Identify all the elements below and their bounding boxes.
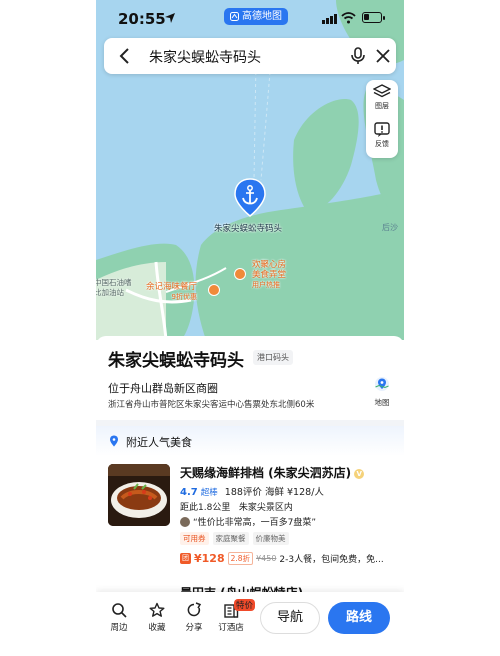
feedback-button[interactable]: 反馈	[366, 118, 398, 156]
restaurant-distance: 距此1.8公里	[180, 503, 231, 513]
deal-description: 2-3人餐，包间免费，免...	[279, 555, 384, 565]
search-bar[interactable]: 朱家尖蜈蚣寺码头	[104, 38, 396, 74]
price-per-person: ¥128/人	[287, 487, 324, 498]
restaurant-poi-icon[interactable]	[208, 284, 220, 296]
anchor-pin-icon[interactable]	[233, 178, 267, 218]
location-arrow-icon	[165, 13, 175, 23]
deal-original-price: ¥450	[256, 554, 277, 563]
bottom-toolbar: 周边 收藏 分享 订酒店 特价 导航 路线	[96, 592, 404, 656]
status-time: 20:55	[118, 10, 166, 28]
status-bar: 20:55 高德地图	[96, 0, 404, 36]
signal-icon	[322, 13, 337, 24]
hotel-deal-badge: 特价	[234, 599, 256, 611]
tag-family: 家庭聚餐	[212, 532, 249, 545]
place-title: 朱家尖蜈蚣寺码头	[108, 351, 244, 371]
restaurant-tags: 可用券 家庭聚餐 价廉物美	[180, 532, 289, 545]
map-view[interactable]: 20:55 高德地图 朱家尖蜈蚣寺码头 图层 反馈 朱家尖蜈蚣寺码头 后沙 中国…	[96, 0, 404, 340]
rating-score: 4.7	[180, 487, 198, 498]
place-area: 位于舟山群岛新区商圈	[108, 382, 218, 395]
place-category-tag: 港口码头	[253, 350, 293, 365]
restaurant-area: 朱家尖景区内	[238, 503, 293, 513]
search-query[interactable]: 朱家尖蜈蚣寺码头	[149, 47, 261, 67]
back-arrow-icon[interactable]	[116, 47, 134, 65]
place-address: 浙江省舟山市普陀区朱家尖客运中心售票处东北侧60米	[108, 400, 315, 410]
feedback-icon	[374, 122, 390, 137]
map-app-icon	[230, 12, 239, 21]
restaurant-photo	[108, 464, 170, 526]
layers-label: 图层	[375, 102, 389, 110]
microphone-icon[interactable]	[348, 46, 368, 66]
star-icon	[149, 602, 165, 617]
layers-button[interactable]: 图层	[366, 80, 398, 118]
yuji-restaurant-label[interactable]: 余记海味餐厅 9折优惠	[146, 282, 197, 302]
location-pin-icon	[110, 435, 118, 447]
group-deal-row[interactable]: 团 ¥128 2.8折 ¥450 2-3人餐，包间免费，免...	[180, 552, 384, 565]
nearby-food-title: 附近人气美食	[126, 436, 192, 449]
map-button-label: 地图	[374, 398, 390, 407]
housha-map-label: 后沙	[382, 223, 398, 232]
reviewer-avatar	[180, 516, 190, 527]
map-tools-panel: 图层 反馈	[366, 80, 398, 158]
book-hotel-button[interactable]: 订酒店 特价	[214, 599, 256, 633]
nearby-food-header: 附近人气美食	[96, 426, 404, 456]
group-deal-icon: 团	[180, 553, 191, 564]
tag-coupon: 可用券	[180, 532, 209, 545]
app-pill-label: 高德地图	[242, 11, 282, 22]
share-icon	[187, 602, 202, 617]
huanju-food-label[interactable]: 欢聚心房 美食弄堂 用户热推	[252, 260, 286, 290]
deal-discount: 2.8折	[227, 552, 254, 565]
battery-icon	[362, 12, 385, 23]
dock-map-label: 朱家尖蜈蚣寺码头	[214, 224, 283, 234]
share-button[interactable]: 分享	[177, 602, 211, 633]
navigate-button[interactable]: 导航	[260, 602, 320, 634]
tag-value: 价廉物美	[252, 532, 289, 545]
favorite-button[interactable]: 收藏	[140, 602, 174, 633]
restaurant-name[interactable]: 天赐缘海鲜排档 (朱家尖泗苏店) V	[180, 464, 365, 481]
gas-station-label[interactable]: 中国石油嗜 比加油站	[96, 278, 132, 298]
view-on-map-button[interactable]: 地图	[366, 376, 398, 408]
restaurant-review-quote: “性价比非常高，一百多7盘菜”	[180, 515, 316, 528]
restaurant-card[interactable]: 天赐缘海鲜排档 (朱家尖泗苏店) V 4.7 超棒 188评价 海鲜 ¥128/人…	[108, 464, 398, 576]
review-count: 188评价	[224, 487, 262, 498]
nearby-button[interactable]: 周边	[102, 602, 136, 633]
close-icon[interactable]	[374, 47, 392, 65]
layers-icon	[373, 84, 391, 98]
restaurant-rating-row: 4.7 超棒 188评价 海鲜 ¥128/人	[180, 484, 324, 498]
search-icon	[112, 603, 127, 618]
map-pin-icon	[375, 377, 389, 391]
verified-badge-icon: V	[354, 469, 365, 479]
restaurant-poi-icon[interactable]	[234, 268, 246, 280]
app-return-pill[interactable]: 高德地图	[224, 8, 288, 25]
route-button[interactable]: 路线	[328, 602, 390, 634]
restaurant-distance-row: 距此1.8公里 朱家尖景区内	[180, 500, 293, 513]
rating-label: 超棒	[200, 488, 218, 498]
wifi-icon	[341, 12, 356, 24]
deal-price: ¥128	[194, 552, 225, 565]
feedback-label: 反馈	[375, 140, 389, 148]
restaurant-category: 海鲜	[264, 487, 284, 498]
phone-screen: 20:55 高德地图 朱家尖蜈蚣寺码头 图层 反馈 朱家尖蜈蚣寺码头 后沙 中国…	[96, 0, 404, 656]
